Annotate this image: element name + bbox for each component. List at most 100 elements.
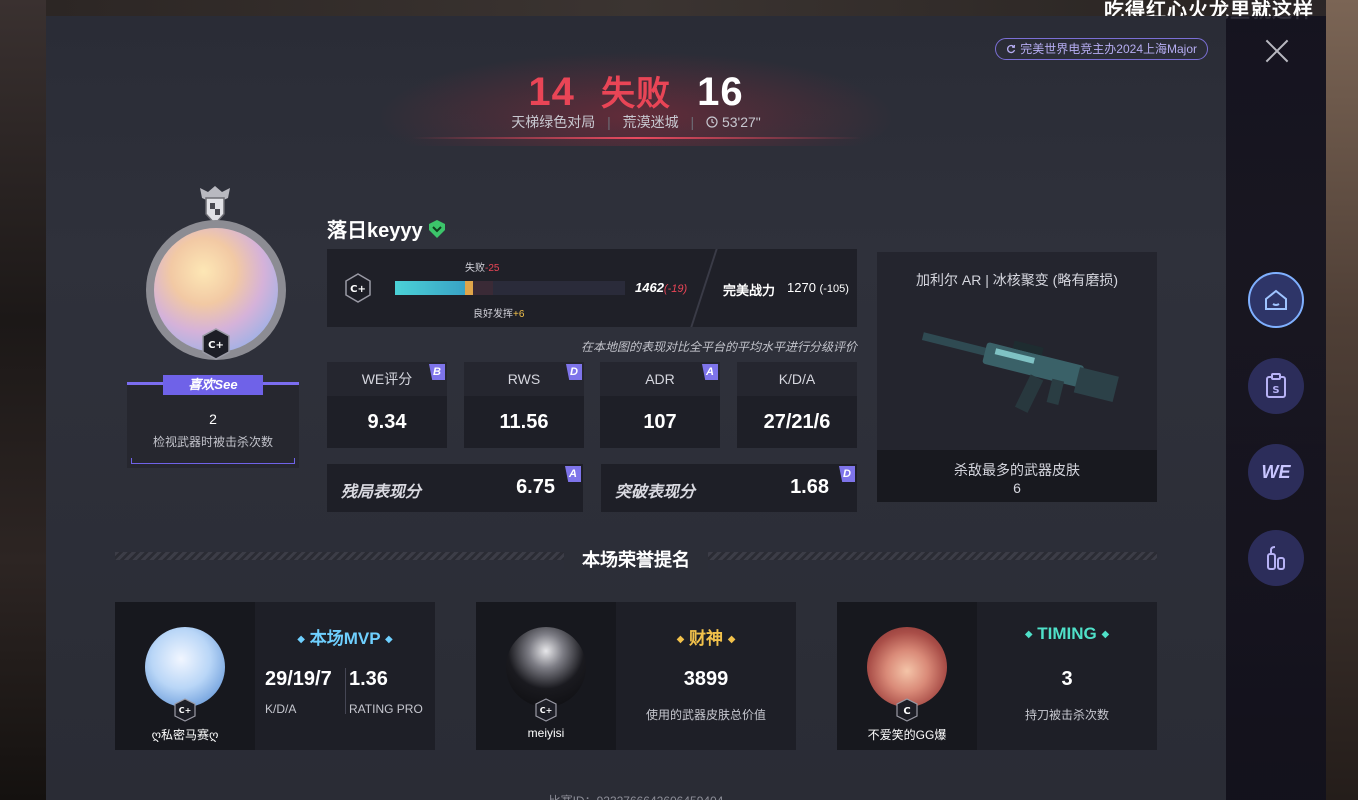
honor-card-mvp[interactable]: C+ ღ私密马赛ღ ◆ 本场MVP ◆ 29/19/7 K/D/A 1.36 R… xyxy=(115,602,435,750)
diamond-icon: ◆ xyxy=(297,634,305,646)
honor-desc: 持刀被击杀次数 xyxy=(1024,708,1109,722)
elo-loss-label: 失败-25 xyxy=(465,259,499,274)
match-mode: 天梯绿色对局 xyxy=(511,114,596,130)
match-duration: 53'27" xyxy=(721,114,761,130)
stat-card-rws[interactable]: RWS 11.56 D xyxy=(464,362,584,448)
power-value: 1270 (-105) xyxy=(787,280,849,295)
elo-progress-gain xyxy=(465,281,474,295)
see-value: 2 xyxy=(209,411,217,427)
player-name-text: 落日keyyy xyxy=(327,220,423,242)
rail-we-button[interactable]: WE xyxy=(1248,444,1304,500)
stat-label: ADR xyxy=(600,362,720,396)
rank-c-plus-icon: C+ xyxy=(174,698,196,722)
honor-avatar xyxy=(145,627,225,707)
clock-icon xyxy=(706,116,718,128)
score-underline xyxy=(412,137,862,139)
mvp-kda: 29/19/7 xyxy=(265,668,332,690)
honor-title-mvp: ◆ 本场MVP ◆ xyxy=(255,624,435,649)
honor-desc: 使用的武器皮肤总价值 xyxy=(645,708,766,722)
we-label: WE xyxy=(1261,461,1291,482)
rail-home-button[interactable] xyxy=(1248,272,1304,328)
honor-title: 本场荣誉提名 xyxy=(46,546,1226,572)
power-value-number: 1270 xyxy=(787,280,816,295)
score-opponent: 16 xyxy=(697,70,744,114)
diamond-icon: ◆ xyxy=(385,634,393,646)
stat-card-kda[interactable]: K/D/A 27/21/6 xyxy=(737,362,857,448)
rank-c-plus-icon: C+ xyxy=(202,328,230,360)
svg-text:C: C xyxy=(903,706,910,717)
elo-progress-track xyxy=(395,281,625,295)
match-id[interactable]: 比赛ID：9232766642606459404 xyxy=(46,792,1226,800)
rail-spray-button[interactable] xyxy=(1248,530,1304,586)
elo-panel: C+ 失败-25 良好发挥+6 1462(-19) 完美战力 1270 (-10… xyxy=(327,249,857,327)
svg-text:S: S xyxy=(1272,385,1279,396)
score-row: 14 失败 16 xyxy=(46,66,1226,115)
power-value-delta: (-105) xyxy=(819,283,849,295)
honor-player: C+ ღ私密马赛ღ xyxy=(115,602,255,750)
match-map: 荒漠迷城 xyxy=(622,114,679,130)
honor-player-name: 不爱笑的GG爆 xyxy=(867,728,947,742)
stat-card-adr[interactable]: ADR 107 A xyxy=(600,362,720,448)
diamond-icon: ◆ xyxy=(676,634,685,646)
meta-separator: | xyxy=(690,114,695,130)
perf-label: 残局表现分 xyxy=(341,484,422,501)
elo-loss-text: 失败 xyxy=(465,263,485,274)
diamond-icon: ◆ xyxy=(727,634,736,646)
perf-value: 1.68 xyxy=(790,476,829,498)
grade-badge: A xyxy=(565,466,581,482)
mvp-kda-label: K/D/A xyxy=(265,702,297,716)
rank-c-plus-icon: C+ xyxy=(535,698,557,722)
stat-card-we[interactable]: WE评分 9.34 B xyxy=(327,362,447,448)
tournament-tag[interactable]: 完美世界电竞主办2024上海Major xyxy=(995,38,1208,60)
weapon-footer-value: 6 xyxy=(1013,480,1021,496)
rank-badge-text: C+ xyxy=(208,340,224,351)
weapon-card[interactable]: 加利尔 AR | 冰核聚变 (略有磨损) 杀敌最多的武器皮肤 6 xyxy=(877,252,1157,502)
honor-stat: 3 xyxy=(1061,668,1073,690)
honor-avatar xyxy=(867,627,947,707)
refresh-icon xyxy=(1007,44,1016,54)
elo-good-delta: +6 xyxy=(513,309,525,320)
honor-rank-text: C+ xyxy=(540,706,553,715)
see-label: 检视武器时被击杀次数 xyxy=(152,435,273,449)
honor-player-name: ღ私密马赛ღ xyxy=(151,728,219,742)
match-result: 失败 xyxy=(601,75,671,113)
diamond-icon: ◆ xyxy=(1101,629,1110,641)
honor-title-text: 本场荣誉提名 xyxy=(564,550,708,570)
elo-score-delta: (-19) xyxy=(663,283,688,295)
mvp-rating: 1.36 xyxy=(349,668,388,690)
honor-title-label: 财神 xyxy=(689,629,723,648)
honor-player: C+ meiyisi xyxy=(476,602,616,750)
stat-label: K/D/A xyxy=(737,362,857,396)
spray-can-icon xyxy=(1267,546,1285,570)
honor-title-wealth: ◆ 财神 ◆ xyxy=(616,624,796,649)
close-button[interactable] xyxy=(1262,36,1292,66)
match-meta: 天梯绿色对局 | 荒漠迷城 | 53'27" xyxy=(46,112,1226,132)
honor-player-name: meiyisi xyxy=(527,726,565,740)
score-own: 14 xyxy=(528,70,575,114)
see-tag: 喜欢See xyxy=(163,375,263,395)
honor-title-label: TIMING xyxy=(1037,624,1097,643)
weapon-name: 加利尔 AR | 冰核聚变 (略有磨损) xyxy=(916,272,1118,288)
grade-badge: D xyxy=(839,466,855,482)
honor-card-wealth[interactable]: C+ meiyisi ◆ 财神 ◆ 3899 使用的武器皮肤总价值 xyxy=(476,602,796,750)
elo-score-value: 1462 xyxy=(635,280,664,295)
elo-divider xyxy=(690,249,718,327)
green-shield-icon xyxy=(428,219,445,238)
perf-card-breakthrough[interactable]: 突破表现分 1.68 D xyxy=(601,464,857,512)
honor-card-timing[interactable]: C 不爱笑的GG爆 ◆ TIMING ◆ 3 持刀被击杀次数 xyxy=(837,602,1157,750)
mvp-stats: 29/19/7 K/D/A 1.36 RATING PRO xyxy=(265,668,435,718)
rail-clipboard-button[interactable]: S xyxy=(1248,358,1304,414)
elo-progress-loss xyxy=(473,281,494,295)
perf-card-clutch[interactable]: 残局表现分 6.75 A xyxy=(327,464,583,512)
honor-title-timing: ◆ TIMING ◆ xyxy=(977,624,1157,644)
perf-value: 6.75 xyxy=(516,476,555,498)
rifle-icon xyxy=(921,332,1119,413)
stat-value: 107 xyxy=(643,411,677,433)
honor-player: C 不爱笑的GG爆 xyxy=(837,602,977,750)
diamond-icon: ◆ xyxy=(1024,629,1033,641)
elo-progress-fill xyxy=(395,281,466,295)
see-badge-box: 喜欢See 2 检视武器时被击杀次数 xyxy=(127,375,299,468)
honor-avatar xyxy=(506,627,586,707)
clipboard-icon: S xyxy=(1266,373,1286,398)
elo-loss-delta: -25 xyxy=(485,263,500,274)
